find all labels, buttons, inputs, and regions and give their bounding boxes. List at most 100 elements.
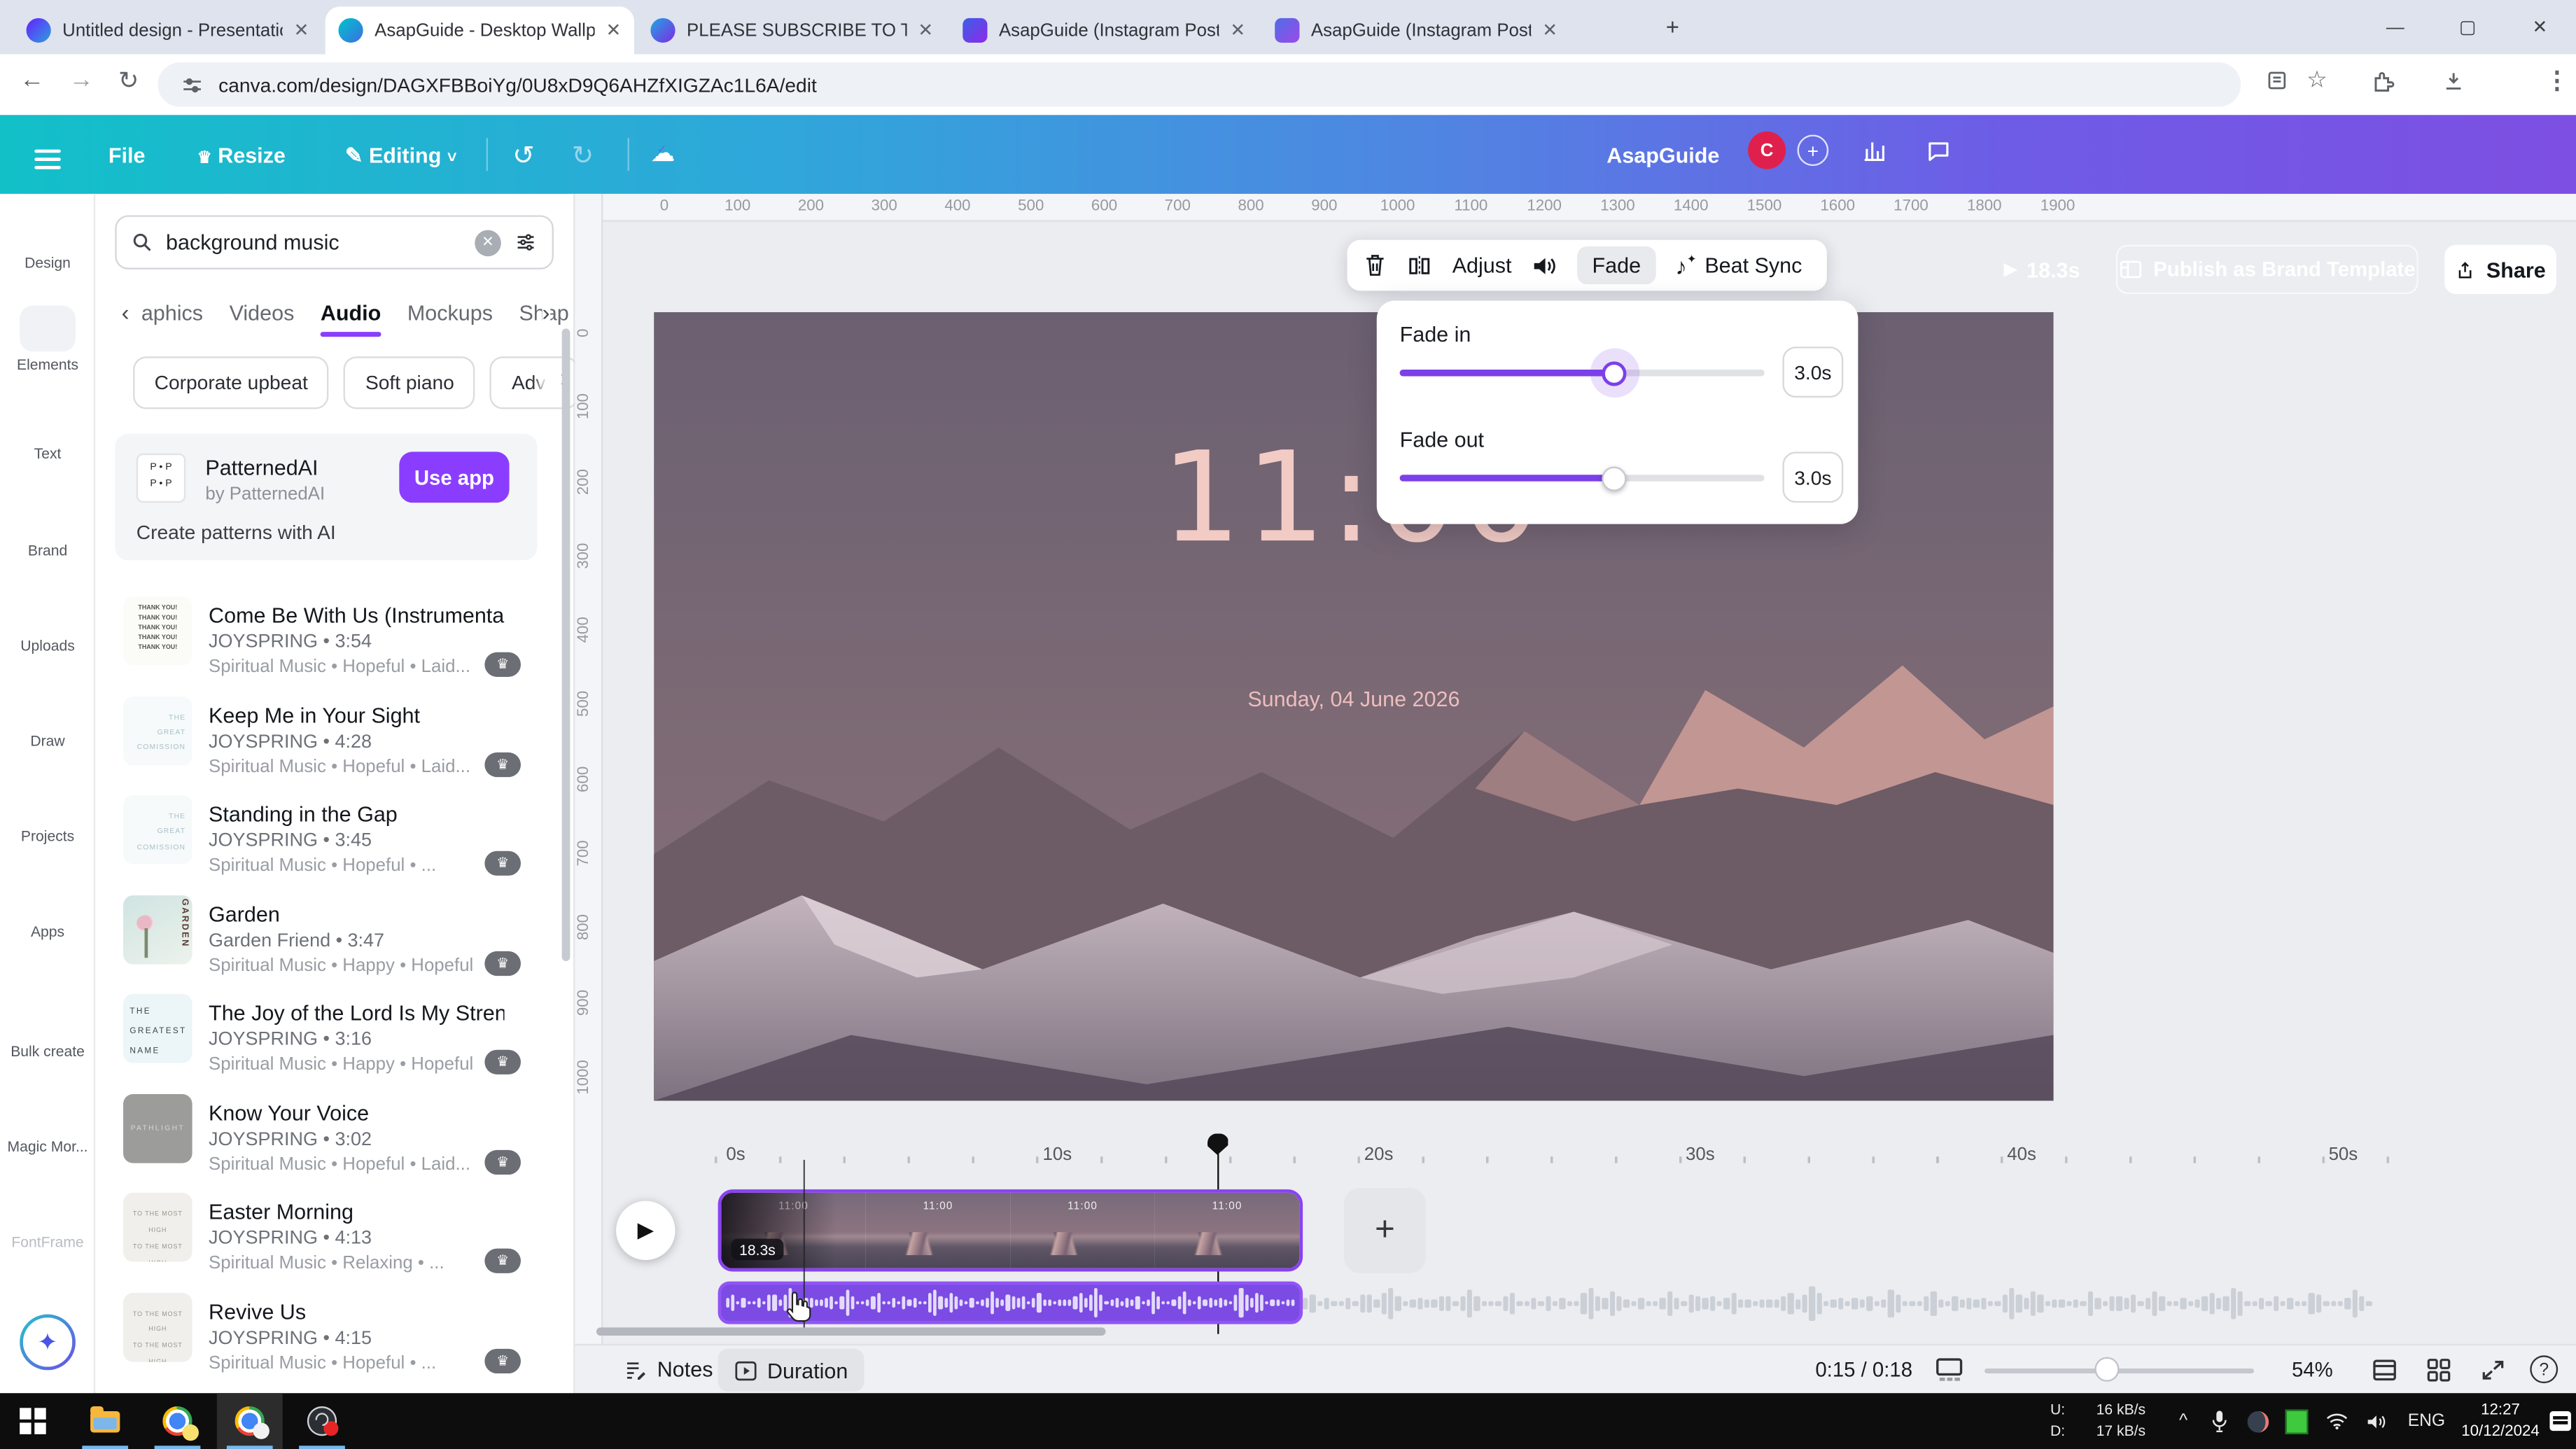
category-tab[interactable]: aphics [141, 300, 203, 324]
fade-out-value[interactable]: 3.0s [1782, 451, 1843, 503]
tab-close-icon[interactable]: ✕ [918, 20, 933, 41]
window-maximize-button[interactable]: ▢ [2431, 0, 2503, 54]
sidebar-item[interactable]: Magic Mor... [0, 1094, 95, 1155]
list-item[interactable]: THE GREAT COMISSION Keep Me in Your Sigh… [95, 691, 575, 790]
comments-icon[interactable] [1926, 138, 1952, 164]
browser-tab[interactable]: AsapGuide (Instagram Post) (A ✕ [1261, 6, 1570, 54]
delete-icon[interactable] [1364, 253, 1387, 277]
bookmark-star-icon[interactable]: ☆ [2306, 66, 2327, 94]
add-page-button[interactable]: + [1344, 1188, 1426, 1273]
app-promo-card[interactable]: P • P P • P PatternedAI by PatternedAI U… [115, 434, 537, 561]
pages-view-icon[interactable] [2372, 1359, 2397, 1382]
sidebar-item[interactable]: Draw [0, 688, 95, 749]
beat-sync-button[interactable]: ♪✦ Beat Sync [1675, 252, 1802, 279]
tray-green-app-icon[interactable] [2281, 1393, 2314, 1449]
insights-icon[interactable] [1861, 138, 1888, 164]
site-settings-icon[interactable] [181, 73, 204, 96]
sidebar-item[interactable]: Design [0, 210, 95, 271]
flip-icon[interactable] [1406, 254, 1433, 277]
notifications-icon[interactable] [2543, 1393, 2576, 1449]
help-button[interactable]: ? [2530, 1355, 2558, 1383]
use-app-button[interactable]: Use app [399, 451, 509, 503]
tray-expand-icon[interactable]: ^ [2169, 1393, 2198, 1449]
date-text[interactable]: Sunday, 04 June 2026 [654, 687, 2054, 711]
sidebar-item[interactable]: Bulk create [0, 998, 95, 1059]
timeline-toggle-icon[interactable] [1935, 1357, 1963, 1384]
adjust-button[interactable]: Adjust [1452, 253, 1512, 277]
editing-mode-dropdown[interactable]: ✎ Editing ˅ [345, 143, 457, 169]
sidebar-item[interactable]: Apps [0, 880, 95, 941]
list-item[interactable]: THANK YOU! THANK YOU! THANK YOU! THANK Y… [95, 592, 575, 691]
reload-icon[interactable]: ↻ [118, 66, 139, 95]
category-tab[interactable]: Mockups [407, 300, 493, 324]
sidebar-item[interactable]: Text [0, 402, 95, 463]
chrome-active-icon[interactable] [217, 1393, 283, 1449]
start-button[interactable] [0, 1393, 66, 1449]
obs-icon[interactable] [289, 1393, 355, 1449]
sidebar-item[interactable]: Uploads [0, 593, 95, 654]
browser-menu-icon[interactable]: ⋮ [2544, 66, 2569, 95]
timeline-scrollbar[interactable] [596, 1327, 1106, 1336]
tabs-scroll-left-icon[interactable]: ‹ [122, 299, 130, 326]
zoom-slider-thumb[interactable] [2094, 1357, 2119, 1382]
file-explorer-icon[interactable] [72, 1393, 138, 1449]
forward-icon[interactable]: → [69, 66, 94, 94]
sidebar-item[interactable]: FontFrame [0, 1189, 95, 1250]
fade-in-slider[interactable] [1400, 370, 1765, 376]
fade-out-slider-thumb[interactable] [1602, 465, 1626, 490]
sidebar-item[interactable]: Brand [0, 497, 95, 558]
list-item[interactable]: THE GREAT COMISSION Standing in the Gap … [95, 790, 575, 890]
wifi-icon[interactable] [2320, 1393, 2353, 1449]
category-tab[interactable]: Audio [321, 300, 381, 324]
chrome-icon[interactable] [145, 1393, 211, 1449]
list-item[interactable]: TO THE MOST HIGH TO THE MOST HIGH TO THE… [95, 1188, 575, 1287]
share-button[interactable]: Share [2444, 245, 2556, 294]
preview-play-button[interactable]: ▶ 18.3s [1993, 245, 2092, 294]
downloads-icon[interactable] [2442, 69, 2466, 94]
microphone-icon[interactable] [2205, 1393, 2234, 1449]
window-close-button[interactable]: ✕ [2504, 0, 2576, 54]
sidebar-item[interactable]: Projects [0, 784, 95, 845]
timeline-play-button[interactable]: ▶ [616, 1201, 675, 1260]
file-menu[interactable]: File [108, 143, 146, 167]
grid-view-icon[interactable] [2426, 1359, 2451, 1382]
browser-tab[interactable]: AsapGuide (Instagram Post) - Y ✕ [950, 6, 1259, 54]
magic-assistant-button[interactable]: ✦ [20, 1315, 76, 1371]
filters-icon[interactable] [514, 232, 538, 253]
list-item[interactable]: PATHLIGHT Know Your Voice JOYSPRING • 3:… [95, 1088, 575, 1188]
browser-tab[interactable]: PLEASE SUBSCRIBE TO THIS CH ✕ [638, 6, 946, 54]
redo-icon[interactable]: ↻ [572, 139, 594, 172]
resize-button[interactable]: ♛ Resize [197, 143, 286, 167]
window-minimize-button[interactable]: — [2359, 0, 2431, 54]
url-bar[interactable]: canva.com/design/DAGXFBBoiYg/0U8xD9Q6AHZ… [158, 62, 2241, 106]
browser-tab[interactable]: Untitled design - Presentation ✕ [13, 6, 322, 54]
back-icon[interactable]: ← [20, 66, 44, 94]
fullscreen-icon[interactable] [2481, 1359, 2505, 1382]
suggestion-chip[interactable]: Corporate upbeat [133, 356, 329, 409]
fade-in-slider-thumb[interactable] [1602, 360, 1626, 385]
menu-icon[interactable] [34, 145, 61, 174]
search-input[interactable]: background music ✕ [115, 215, 554, 269]
list-item[interactable]: TO THE MOST HIGH TO THE MOST HIGH TO THE… [95, 1287, 575, 1387]
undo-icon[interactable]: ↺ [512, 139, 534, 172]
extensions-icon[interactable] [2371, 69, 2395, 94]
tab-close-icon[interactable]: ✕ [1230, 20, 1245, 41]
publish-brand-template-button[interactable]: Publish as Brand Template [2116, 245, 2418, 294]
clear-search-icon[interactable]: ✕ [475, 229, 501, 255]
category-tab[interactable]: Videos [230, 300, 295, 324]
speaker-icon[interactable] [2359, 1393, 2392, 1449]
duration-button[interactable]: Duration [718, 1349, 864, 1392]
fade-out-slider[interactable] [1400, 475, 1765, 481]
new-tab-button[interactable]: + [1666, 13, 1679, 40]
tab-close-icon[interactable]: ✕ [606, 20, 622, 41]
zoom-percent[interactable]: 54% [2292, 1345, 2333, 1393]
volume-icon[interactable] [1532, 254, 1558, 277]
reading-list-icon[interactable] [2265, 69, 2288, 92]
video-clip[interactable]: 11:00 11:00 11:00 11:00 18.3s [718, 1189, 1303, 1271]
notes-button[interactable]: Notes [624, 1345, 713, 1393]
browser-tab[interactable]: AsapGuide - Desktop Wallpape ✕ [326, 6, 634, 54]
list-item[interactable]: GARDEN Garden Garden Friend • 3:47 Spiri… [95, 890, 575, 989]
sidebar-item[interactable]: Elements [0, 306, 95, 373]
tabs-scroll-right-icon[interactable]: › [542, 299, 550, 326]
system-clock[interactable]: 12:27 10/12/2024 [2458, 1400, 2543, 1443]
